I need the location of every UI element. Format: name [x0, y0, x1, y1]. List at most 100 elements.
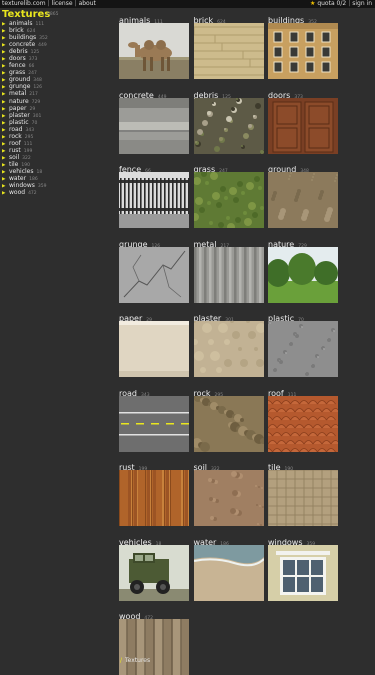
breadcrumb: / Textures [120, 657, 150, 664]
thumbnail-military-truck[interactable] [119, 544, 189, 601]
thumbnail-sandstone-blocks[interactable] [193, 23, 264, 79]
grid-item-nature[interactable]: nature 729 [268, 237, 338, 303]
sidebar-item-fence[interactable]: ▶ fence 66 [2, 62, 48, 69]
grid-item-grass[interactable]: grass 247 [193, 162, 264, 228]
grid-item-doors[interactable]: doors 373 [268, 88, 338, 154]
grid-item-plaster[interactable]: plaster 301 [193, 311, 264, 377]
grid-item-tile[interactable]: tile 190 [268, 460, 338, 526]
sidebar-item-grass[interactable]: ▶ grass 247 [2, 69, 48, 76]
thumbnail-beach-shore[interactable] [193, 544, 264, 601]
thumbnail-roof-tiles[interactable] [268, 395, 338, 452]
thumbnail-camel[interactable] [119, 23, 189, 79]
sidebar-item-label: metal [9, 90, 27, 98]
breadcrumb-textures-link[interactable]: Textures [125, 657, 150, 664]
thumbnail-wooden-door[interactable] [268, 97, 338, 154]
sidebar-item-buildings[interactable]: ▶ buildings 352 [2, 34, 48, 41]
grid-item-grunge[interactable]: grunge 126 [119, 237, 189, 303]
sidebar-item-count: 472 [28, 191, 37, 197]
sidebar-item-concrete[interactable]: ▶ concrete 449 [2, 41, 48, 48]
grid-item-header: plastic 70 [268, 311, 338, 323]
quota-link[interactable]: quota 0/2 [317, 0, 346, 7]
sidebar-item-vehicles[interactable]: ▶ vehicles 18 [2, 168, 48, 175]
grid-item-animals[interactable]: animals 111 [119, 13, 189, 79]
grid-item-roof[interactable]: roof 111 [268, 386, 338, 452]
grid-item-windows[interactable]: windows 359 [268, 535, 338, 601]
grid-item-header: fence 66 [119, 162, 189, 174]
thumbnail-asphalt-road[interactable] [119, 395, 189, 452]
grid-item-vehicles[interactable]: vehicles 18 [119, 535, 189, 601]
grid-item-plastic[interactable]: plastic 70 [268, 311, 338, 377]
sidebar-item-plaster[interactable]: ▶ plaster 301 [2, 112, 48, 119]
grid-item-header: doors 373 [268, 88, 338, 100]
grid-item-debris[interactable]: debris 125 [193, 88, 264, 154]
thumbnail-grass-field[interactable] [193, 172, 264, 228]
thumbnail-trees-meadow[interactable] [268, 246, 338, 303]
grid-item-soil[interactable]: soil 322 [193, 460, 264, 526]
grid-item-buildings[interactable]: buildings 352 [268, 13, 338, 79]
grid-item-header: windows 359 [268, 535, 338, 547]
sidebar-total-count: 6865 [47, 12, 59, 17]
sidebar-item-rock[interactable]: ▶ rock 295 [2, 133, 48, 140]
grid-item-fence[interactable]: fence 66 [119, 162, 189, 228]
grid-item-paper[interactable]: paper 29 [119, 311, 189, 377]
sidebar-item-wood[interactable]: ▶ wood 472 [2, 189, 48, 196]
sidebar-item-count: 217 [29, 92, 38, 98]
grid-item-header: vehicles 18 [119, 535, 189, 547]
thumbnail-corrugated-metal[interactable] [193, 246, 264, 303]
grid-item-metal[interactable]: metal 217 [193, 237, 264, 303]
sidebar-item-roof[interactable]: ▶ roof 111 [2, 140, 48, 147]
sidebar-item-label: plastic [9, 118, 29, 126]
grid-item-water[interactable]: water 186 [193, 535, 264, 601]
thumbnail-paper-sheet[interactable] [119, 321, 189, 377]
grid-item-header: concrete 449 [119, 88, 189, 100]
sidebar-item-debris[interactable]: ▶ debris 125 [2, 48, 48, 55]
license-link[interactable]: license [52, 0, 73, 7]
grid-item-rock[interactable]: rock 295 [193, 386, 264, 452]
thumbnail-plaster-wall[interactable] [193, 321, 264, 377]
sidebar-item-count: 301 [32, 113, 42, 119]
sidebar-item-label: debris [9, 48, 28, 56]
grid-item-rust[interactable]: rust 199 [119, 460, 189, 526]
sidebar-item-tile[interactable]: ▶ tile 190 [2, 161, 48, 168]
thumbnail-floor-tiles[interactable] [268, 470, 338, 526]
grid-item-wood[interactable]: wood 472 [119, 609, 189, 675]
sidebar-item-doors[interactable]: ▶ doors 373 [2, 55, 48, 62]
thumbnail-house-window[interactable] [268, 544, 338, 601]
grid-item-concrete[interactable]: concrete 449 [119, 88, 189, 154]
thumbnail-debris-pile[interactable] [193, 97, 264, 154]
sidebar-item-soil[interactable]: ▶ soil 322 [2, 154, 48, 161]
grid-item-header: road 343 [119, 386, 189, 398]
sidebar-title[interactable]: Textures [2, 9, 50, 20]
sidebar-item-animals[interactable]: ▶ animals 111 [2, 20, 48, 27]
sidebar-item-nature[interactable]: ▶ nature 729 [2, 98, 48, 105]
sidebar-item-water[interactable]: ▶ water 186 [2, 175, 48, 182]
sidebar-item-paper[interactable]: ▶ paper 29 [2, 105, 48, 112]
grid-item-header: ground 348 [268, 162, 338, 174]
thumbnail-cracked-surface[interactable] [119, 246, 189, 303]
thumbnail-building-facade[interactable] [268, 23, 338, 79]
sidebar-item-label: wood [9, 189, 26, 197]
thumbnail-rusty-metal[interactable] [119, 470, 189, 526]
sidebar-item-road[interactable]: ▶ road 343 [2, 126, 48, 133]
thumbnail-metal-fence[interactable] [119, 172, 189, 228]
thumbnail-rock-surface[interactable] [193, 395, 264, 452]
grid-item-brick[interactable]: brick 624 [193, 13, 264, 79]
grid-item-ground[interactable]: ground 348 [268, 162, 338, 228]
sidebar-item-label: grunge [9, 83, 31, 91]
sidebar-item-grunge[interactable]: ▶ grunge 126 [2, 83, 48, 90]
thumbnail-dirt-ground[interactable] [268, 172, 338, 228]
signin-link[interactable]: sign in [352, 0, 372, 7]
sidebar-item-ground[interactable]: ▶ ground 348 [2, 76, 48, 83]
sidebar-item-label: soil [9, 153, 20, 161]
about-link[interactable]: about [79, 0, 96, 7]
sidebar-item-plastic[interactable]: ▶ plastic 70 [2, 119, 48, 126]
sidebar-item-rust[interactable]: ▶ rust 199 [2, 147, 48, 154]
thumbnail-concrete-slab[interactable] [119, 97, 189, 154]
site-link[interactable]: texturelib.com [2, 0, 46, 7]
thumbnail-plastic-surface[interactable] [268, 321, 338, 377]
sidebar-item-brick[interactable]: ▶ brick 624 [2, 27, 48, 34]
thumbnail-soil-ground[interactable] [193, 470, 264, 526]
grid-item-road[interactable]: road 343 [119, 386, 189, 452]
sidebar-item-windows[interactable]: ▶ windows 359 [2, 182, 48, 189]
sidebar-item-metal[interactable]: ▶ metal 217 [2, 90, 48, 97]
